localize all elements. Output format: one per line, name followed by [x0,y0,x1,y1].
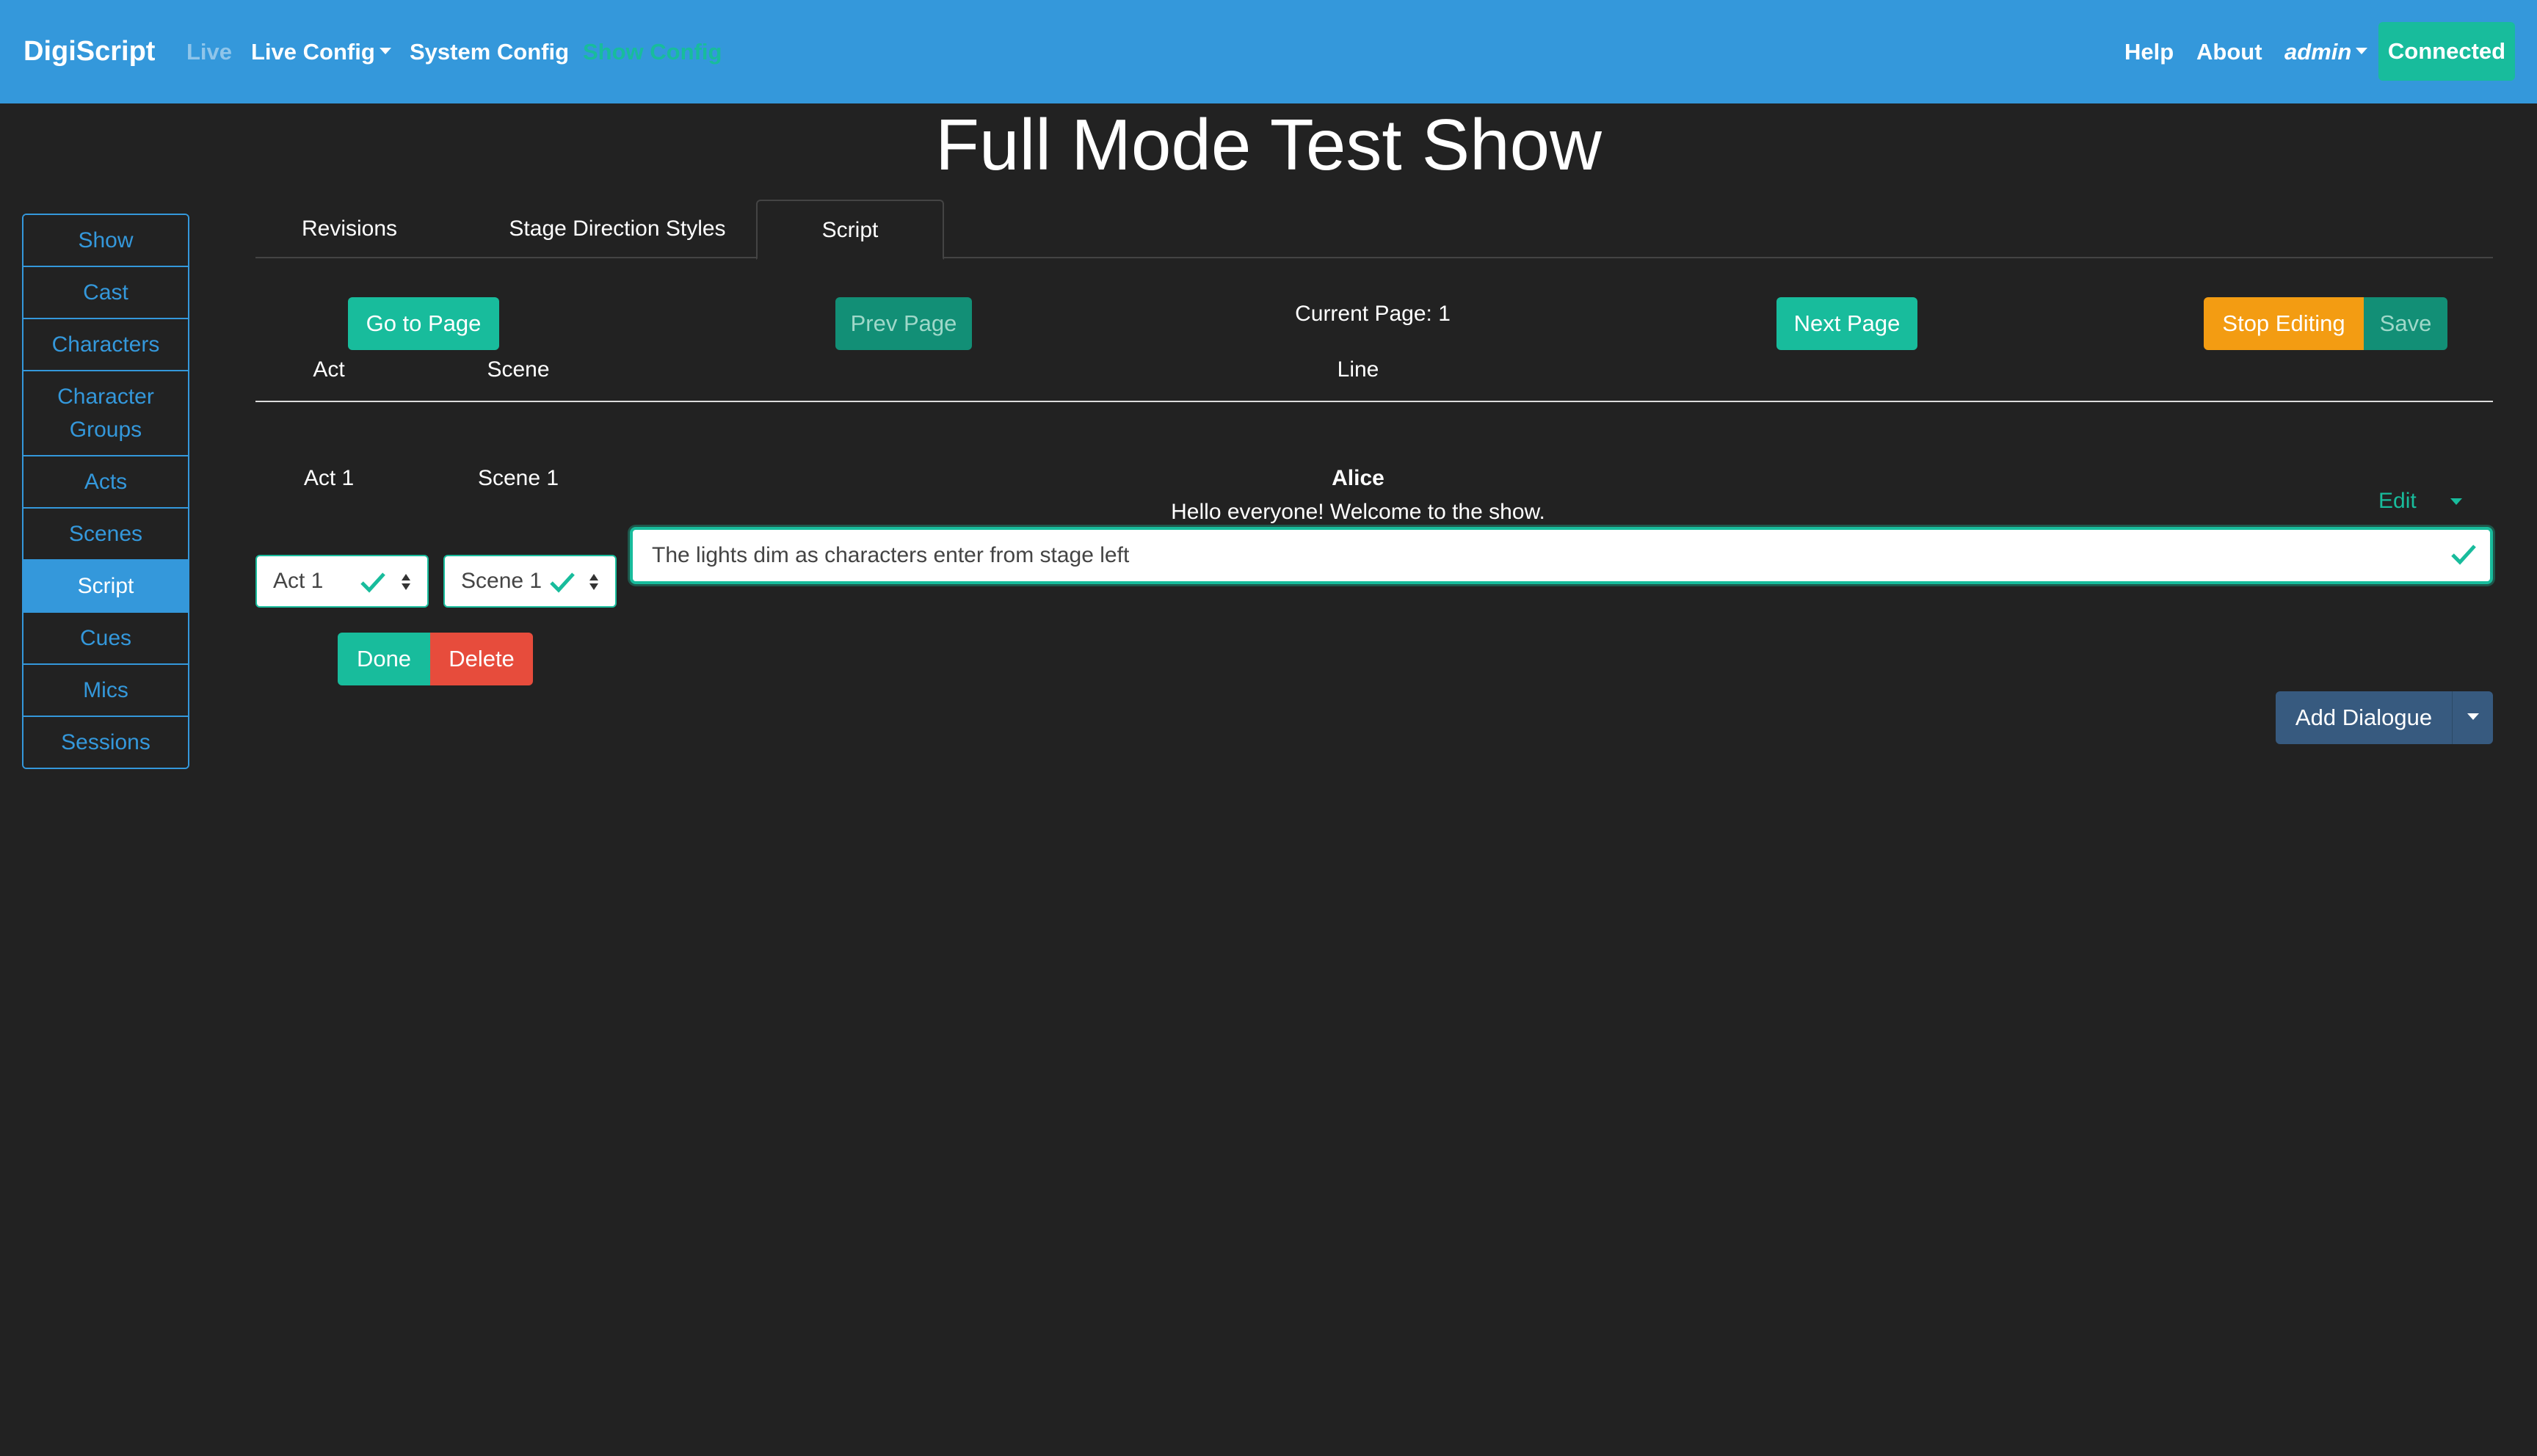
sidebar-item-acts[interactable]: Acts [23,456,188,509]
caret-down-icon[interactable] [2450,498,2462,505]
user-menu[interactable]: admin [2284,0,2368,103]
connection-status-badge: Connected [2378,22,2515,81]
sort-updown-icon [402,574,410,590]
nav-show-config[interactable]: Show Config [583,0,722,103]
sidebar-item-sessions[interactable]: Sessions [23,717,188,768]
column-header-act: Act [313,357,345,382]
go-to-page-button[interactable]: Go to Page [348,297,499,350]
line-text-value: The lights dim as characters enter from … [652,543,1130,567]
tab-stage-direction-styles[interactable]: Stage Direction Styles [452,200,783,258]
header-divider [255,401,2493,402]
config-sidebar: Show Cast Characters Character Groups Ac… [22,214,189,769]
sidebar-item-show[interactable]: Show [23,215,188,267]
top-navbar: DigiScript Live Live Config System Confi… [0,0,2537,103]
brand-logo[interactable]: DigiScript [23,0,155,103]
row-line-text: Hello everyone! Welcome to the show. [1171,500,1545,524]
page-title: Full Mode Test Show [935,104,1602,185]
caret-down-icon [2467,713,2479,721]
column-header-line: Line [1337,357,1379,382]
current-page-label: Current Page: 1 [1295,302,1451,326]
nav-system-config[interactable]: System Config [410,0,569,103]
column-header-scene: Scene [487,357,550,382]
row-act: Act 1 [303,466,355,490]
caret-down-icon [379,48,391,55]
check-icon [2451,545,2476,565]
sidebar-item-cues[interactable]: Cues [23,613,188,665]
row-character-name: Alice [1332,466,1384,490]
add-dialogue-button[interactable]: Add Dialogue [2276,691,2452,744]
sort-updown-icon [589,574,598,590]
tab-revisions[interactable]: Revisions [255,200,443,258]
nav-about[interactable]: About [2196,0,2262,103]
user-name: admin [2284,39,2352,65]
nav-help[interactable]: Help [2124,0,2174,103]
caret-down-icon [2356,48,2368,55]
nav-live[interactable]: Live [186,0,232,103]
edit-line-button[interactable]: Edit [2378,486,2417,517]
sidebar-item-character-groups[interactable]: Character Groups [23,371,188,456]
prev-page-button[interactable]: Prev Page [835,297,972,350]
scene-select[interactable]: Scene 1 [443,555,617,608]
tab-script[interactable]: Script [756,200,944,260]
config-tabs: Revisions Stage Direction Styles Script [255,200,2493,260]
sidebar-item-mics[interactable]: Mics [23,665,188,717]
add-dialogue-dropdown-toggle[interactable] [2452,691,2493,744]
nav-live-config[interactable]: Live Config [251,0,391,103]
scene-select-value: Scene 1 [461,569,542,593]
sidebar-item-script[interactable]: Script [23,561,188,613]
row-scene: Scene 1 [477,466,559,490]
stop-editing-button[interactable]: Stop Editing [2204,297,2364,350]
act-select[interactable]: Act 1 [255,555,429,608]
sidebar-item-scenes[interactable]: Scenes [23,509,188,561]
check-icon [360,572,385,593]
next-page-button[interactable]: Next Page [1776,297,1917,350]
sidebar-item-cast[interactable]: Cast [23,267,188,319]
save-button[interactable]: Save [2364,297,2447,350]
delete-button[interactable]: Delete [430,633,533,685]
nav-live-config-label: Live Config [251,39,375,65]
line-text-input[interactable]: The lights dim as characters enter from … [630,527,2493,584]
act-select-value: Act 1 [273,569,324,593]
done-button[interactable]: Done [338,633,430,685]
check-icon [550,572,575,593]
sidebar-item-characters[interactable]: Characters [23,319,188,371]
